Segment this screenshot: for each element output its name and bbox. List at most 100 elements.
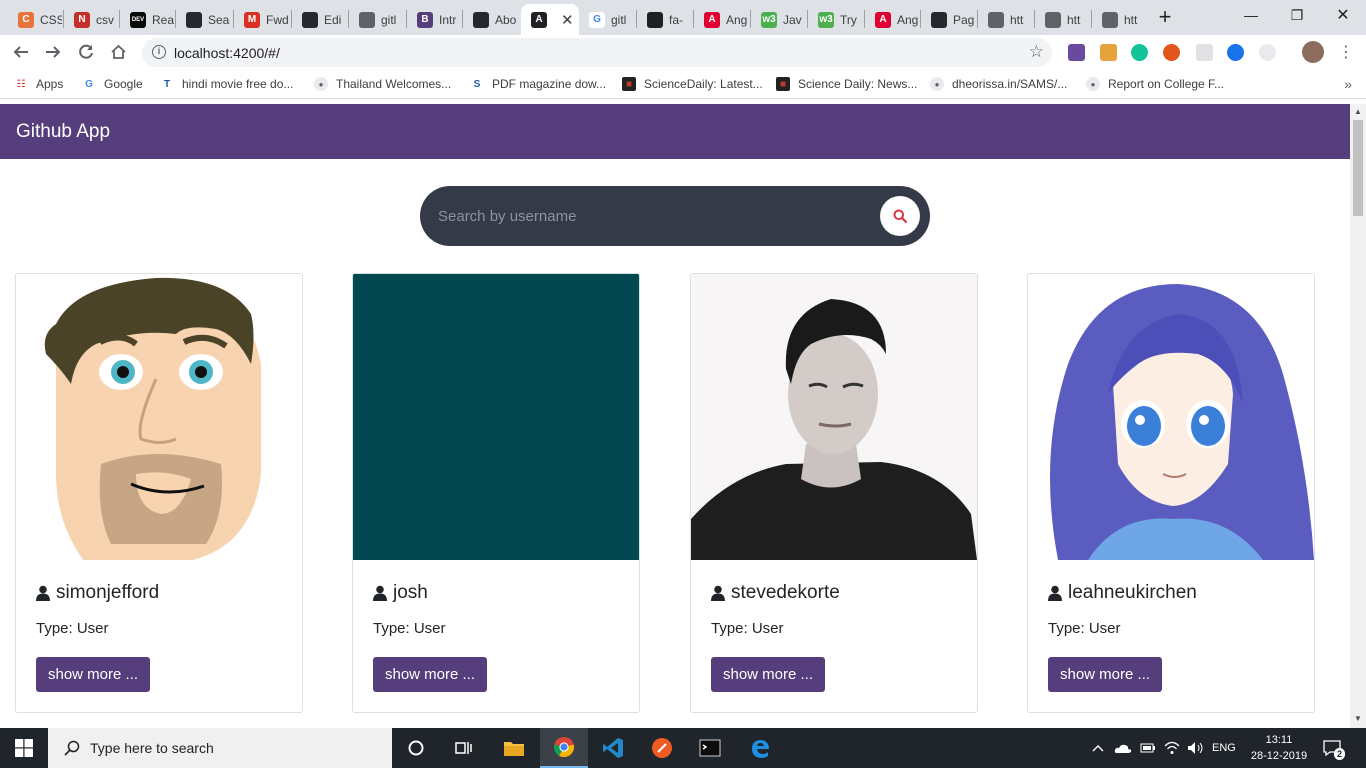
search-button[interactable] bbox=[880, 196, 920, 236]
edge-taskbar-button[interactable] bbox=[736, 728, 784, 768]
globe-icon: ● bbox=[314, 77, 328, 91]
grammarly-icon[interactable] bbox=[1131, 44, 1148, 61]
browser-tab[interactable]: Edi bbox=[292, 4, 348, 35]
extension-icon[interactable] bbox=[1227, 44, 1244, 61]
user-card: stevedekorte Type: User show more ... bbox=[690, 273, 978, 713]
browser-tab[interactable]: Ggitl bbox=[579, 4, 635, 35]
username-heading: josh bbox=[373, 582, 428, 604]
bookmark-label: hindi movie free do... bbox=[182, 77, 294, 91]
windows-taskbar: Type here to search ENG 13:11 28-12-2019… bbox=[0, 728, 1366, 768]
home-button[interactable] bbox=[106, 40, 130, 64]
browser-tab[interactable]: w3 Try bbox=[808, 4, 864, 35]
close-tab-icon[interactable]: ✕ bbox=[561, 11, 574, 29]
search-input[interactable] bbox=[438, 204, 858, 228]
angular-favicon-icon: A bbox=[531, 11, 547, 28]
bookmark-item[interactable]: ☷ Apps bbox=[14, 75, 63, 93]
more-bookmarks-button[interactable]: » bbox=[1344, 76, 1352, 92]
forward-button[interactable] bbox=[41, 40, 65, 64]
task-view-button[interactable] bbox=[440, 728, 488, 768]
minimize-window-button[interactable]: — bbox=[1228, 0, 1274, 30]
terminal-icon bbox=[699, 739, 721, 757]
address-bar[interactable]: i localhost:4200/#/ ☆ bbox=[142, 38, 1052, 67]
browser-tab[interactable]: Ncsv bbox=[64, 4, 120, 35]
extension-icon[interactable] bbox=[1163, 44, 1180, 61]
browser-tab[interactable]: DEV Rea bbox=[120, 4, 176, 35]
extension-icon[interactable] bbox=[1196, 44, 1213, 61]
show-more-button[interactable]: show more ... bbox=[373, 657, 488, 692]
new-tab-button[interactable]: + bbox=[1152, 6, 1178, 30]
show-more-button[interactable]: show more ... bbox=[36, 657, 151, 692]
maximize-window-button[interactable]: ❐ bbox=[1274, 0, 1320, 30]
app-title[interactable]: Github App bbox=[16, 121, 110, 143]
bookmark-item[interactable]: ● dheorissa.in/SAMS/... bbox=[930, 75, 1067, 93]
taskbar-search-box[interactable]: Type here to search bbox=[48, 728, 392, 768]
wifi-icon[interactable] bbox=[1164, 728, 1180, 768]
browser-tab[interactable]: C CSS bbox=[8, 4, 64, 35]
browser-tab[interactable]: A Ang bbox=[865, 4, 921, 35]
browser-tab[interactable]: M Fwd bbox=[234, 4, 290, 35]
browser-tab[interactable]: Sea bbox=[176, 4, 232, 35]
browser-tab[interactable]: Abo bbox=[463, 4, 519, 35]
site-info-icon[interactable]: i bbox=[152, 45, 166, 59]
show-more-button[interactable]: show more ... bbox=[711, 657, 826, 692]
profile-avatar[interactable] bbox=[1302, 41, 1324, 63]
onedrive-icon[interactable] bbox=[1114, 728, 1132, 768]
angular-favicon-icon: A bbox=[875, 11, 891, 28]
volume-icon[interactable] bbox=[1187, 728, 1205, 768]
battery-icon[interactable] bbox=[1140, 728, 1156, 768]
bookmark-item[interactable]: ■ Science Daily: News... bbox=[776, 75, 917, 93]
terminal-taskbar-button[interactable] bbox=[686, 728, 734, 768]
show-hidden-icons-button[interactable] bbox=[1092, 728, 1104, 768]
extension-icon[interactable] bbox=[1259, 44, 1276, 61]
taskbar-clock[interactable]: 13:11 28-12-2019 bbox=[1248, 732, 1310, 764]
browser-tab[interactable]: gitl bbox=[349, 4, 405, 35]
scrollbar-thumb[interactable] bbox=[1353, 120, 1363, 216]
reload-button[interactable] bbox=[74, 40, 98, 64]
bookmark-item[interactable]: G Google bbox=[82, 75, 143, 93]
tab-title: Fwd bbox=[266, 12, 288, 27]
show-more-button[interactable]: show more ... bbox=[1048, 657, 1163, 692]
vscode-taskbar-button[interactable] bbox=[589, 728, 637, 768]
sciencedaily-icon: ■ bbox=[622, 77, 636, 91]
bookmark-item[interactable]: ● Thailand Welcomes... bbox=[314, 75, 451, 93]
page-scrollbar[interactable]: ▲ ▼ bbox=[1350, 104, 1366, 728]
bookmark-item[interactable]: ■ ScienceDaily: Latest... bbox=[622, 75, 763, 93]
cortana-button[interactable] bbox=[392, 728, 440, 768]
browser-tab[interactable]: Pag bbox=[921, 4, 977, 35]
address-url[interactable]: localhost:4200/#/ bbox=[174, 45, 280, 61]
tab-title: gitl bbox=[611, 12, 627, 27]
tab-title: htt bbox=[1010, 12, 1024, 27]
globe-favicon-icon bbox=[359, 11, 375, 28]
browser-tab[interactable]: fa- bbox=[637, 4, 693, 35]
bookmark-star-icon[interactable]: ☆ bbox=[1029, 42, 1044, 62]
back-button[interactable] bbox=[9, 40, 33, 64]
bookmark-item[interactable]: ● Report on College F... bbox=[1086, 75, 1224, 93]
browser-tab[interactable]: htt bbox=[978, 4, 1034, 35]
username-text: simonjefford bbox=[56, 582, 160, 603]
extension-icon[interactable] bbox=[1100, 44, 1117, 61]
file-explorer-taskbar-button[interactable] bbox=[490, 728, 538, 768]
browser-tab[interactable]: A ✕ bbox=[521, 4, 579, 35]
start-button[interactable] bbox=[0, 728, 48, 768]
scroll-up-arrow-icon[interactable]: ▲ bbox=[1354, 107, 1362, 116]
user-card: simonjefford Type: User show more ... bbox=[15, 273, 303, 713]
browser-tab[interactable]: htt bbox=[1092, 4, 1148, 35]
close-window-button[interactable]: ✕ bbox=[1320, 0, 1366, 30]
extension-icon[interactable] bbox=[1068, 44, 1085, 61]
language-indicator[interactable]: ENG bbox=[1212, 728, 1236, 768]
browser-tab[interactable]: htt bbox=[1035, 4, 1091, 35]
postman-taskbar-button[interactable] bbox=[638, 728, 686, 768]
browser-tab[interactable]: A Ang bbox=[694, 4, 750, 35]
tab-title: fa- bbox=[669, 12, 684, 27]
clock-date: 28-12-2019 bbox=[1250, 750, 1308, 762]
cartoon-face-avatar bbox=[16, 274, 302, 560]
chrome-taskbar-button[interactable] bbox=[540, 728, 588, 768]
menu-kebab-icon[interactable]: ⋮ bbox=[1334, 40, 1358, 64]
bookmark-item[interactable]: S PDF magazine dow... bbox=[470, 75, 606, 93]
action-center-button[interactable]: 2 bbox=[1322, 728, 1346, 768]
bookmark-item[interactable]: Thindi movie free do... bbox=[160, 75, 293, 93]
scroll-down-arrow-icon[interactable]: ▼ bbox=[1354, 714, 1362, 723]
user-type: Type: User bbox=[36, 620, 109, 637]
browser-tab[interactable]: w3 Jav bbox=[751, 4, 807, 35]
browser-tab[interactable]: B Intr bbox=[407, 4, 463, 35]
